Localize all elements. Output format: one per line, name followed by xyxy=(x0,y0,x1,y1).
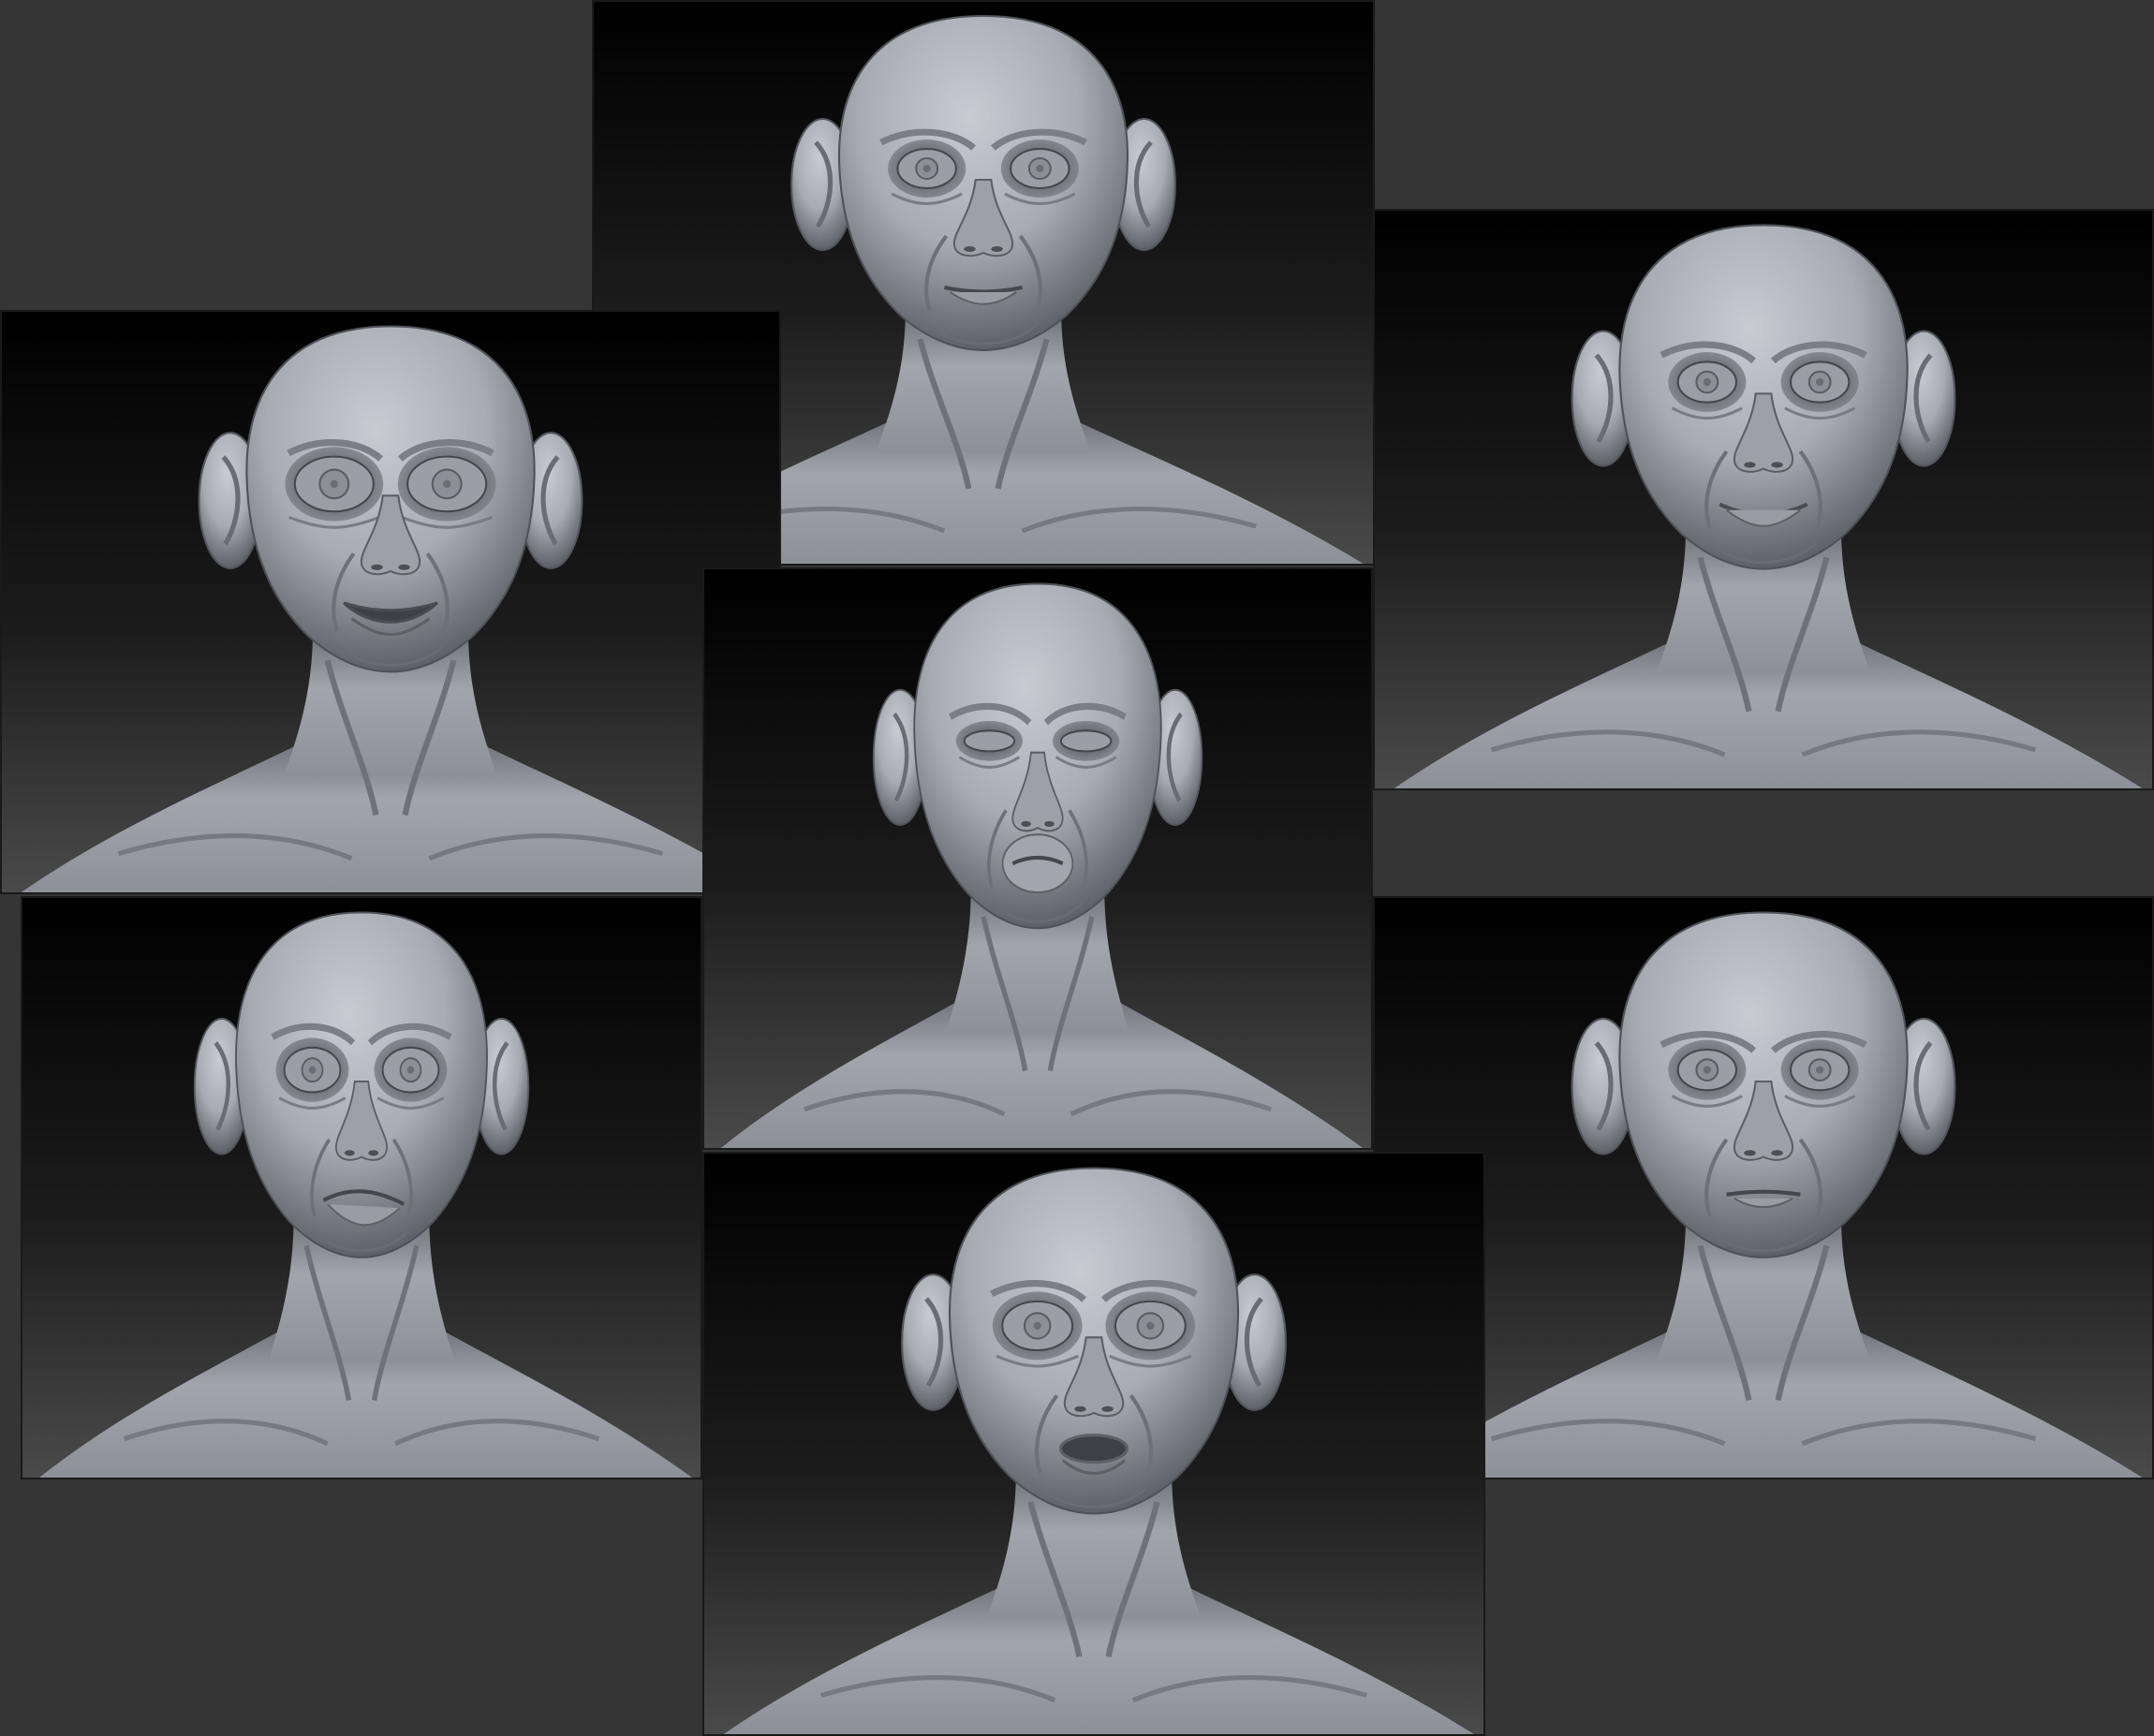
render-panel-wide-eyed-smile xyxy=(0,310,781,894)
head-render xyxy=(1375,211,2152,788)
head-render xyxy=(704,569,1371,1148)
right-eye xyxy=(1060,729,1113,753)
render-panel-surprised xyxy=(702,1152,1485,1736)
head-render xyxy=(1375,898,2152,1478)
left-eye xyxy=(963,729,1015,753)
render-panel-slight-smile xyxy=(1373,209,2154,790)
render-panel-pursed-neutral xyxy=(1373,896,2154,1479)
render-panel-squint-pucker xyxy=(702,567,1373,1150)
mouth xyxy=(1001,833,1074,894)
collage-canvas xyxy=(0,0,2154,1736)
render-panel-frown xyxy=(21,896,702,1479)
head-render xyxy=(2,312,779,892)
head-render xyxy=(704,1154,1483,1734)
head-render xyxy=(22,898,701,1478)
